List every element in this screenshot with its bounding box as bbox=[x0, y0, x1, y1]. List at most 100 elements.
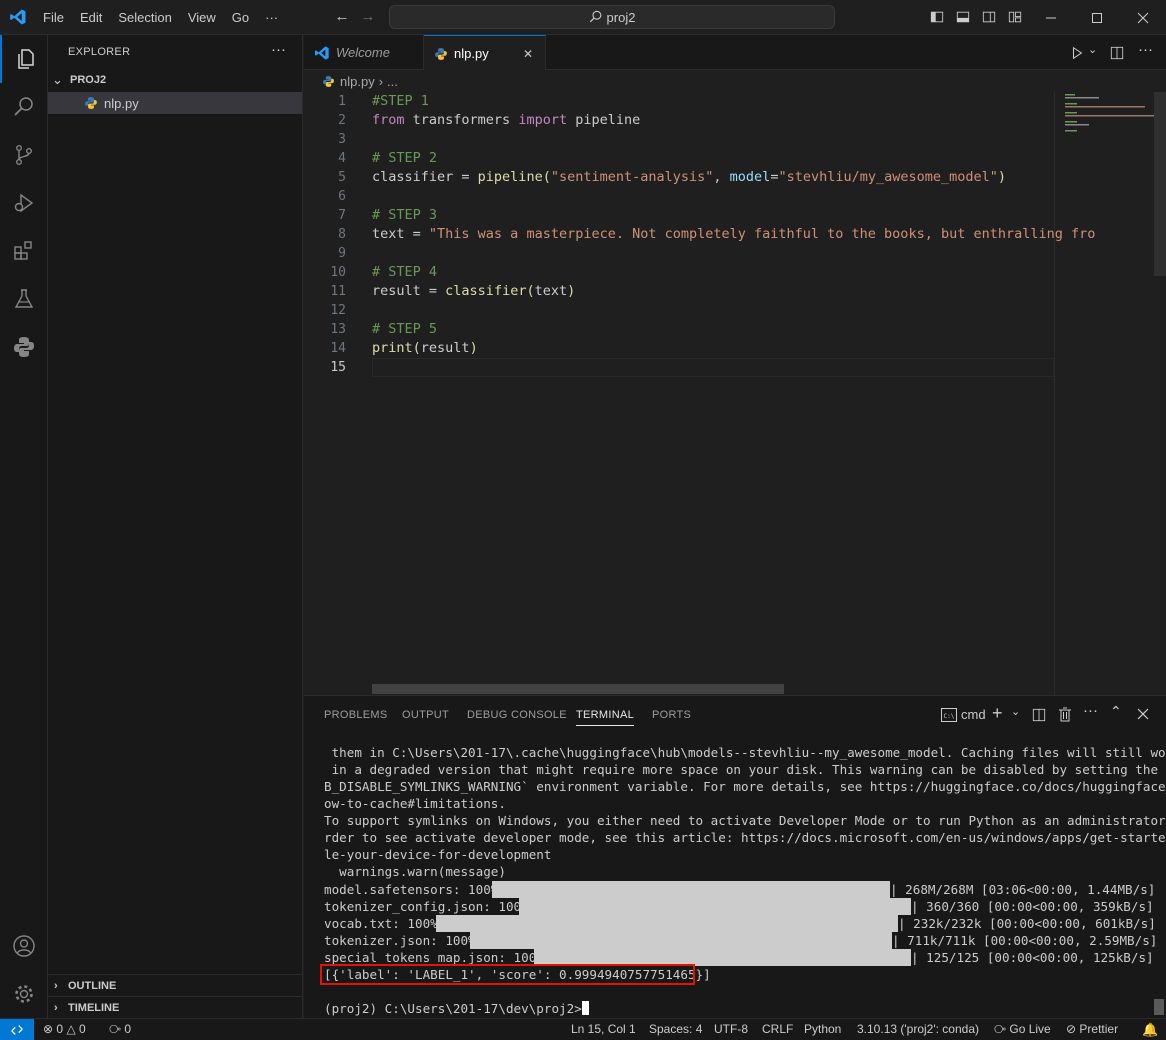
tab-output[interactable]: OUTPUT bbox=[402, 709, 449, 721]
explorer-more-icon[interactable]: ··· bbox=[271, 41, 286, 58]
vscode-logo-icon bbox=[10, 9, 26, 25]
ports-status[interactable]: ⧂ 0 bbox=[109, 1022, 131, 1037]
line-number: 10 bbox=[330, 265, 346, 280]
terminal-line: To support symlinks on Windows, you eith… bbox=[324, 813, 1166, 828]
encoding[interactable]: UTF-8 bbox=[714, 1022, 748, 1036]
breadcrumb: nlp.py › ... bbox=[304, 70, 1166, 92]
terminal-line: le-your-device-for-development bbox=[324, 847, 552, 862]
line-number: 1 bbox=[338, 94, 346, 109]
breadcrumb-separator-icon: › bbox=[378, 73, 384, 89]
tab-nlp-label: nlp.py bbox=[454, 46, 489, 61]
back-arrow-icon[interactable]: ← bbox=[334, 9, 350, 25]
maximize-panel-chevron-up-icon[interactable]: ⌃ bbox=[1110, 703, 1122, 720]
line-number-current: 15 bbox=[330, 360, 346, 375]
outline-section[interactable]: › OUTLINE bbox=[48, 974, 302, 996]
command-center-search[interactable]: proj2 bbox=[389, 5, 835, 29]
editor-more-icon[interactable]: ··· bbox=[1138, 41, 1153, 58]
split-editor-icon[interactable] bbox=[1110, 46, 1124, 60]
notifications-bell-icon[interactable]: 🔔 bbox=[1142, 1022, 1158, 1038]
tab-terminal[interactable]: TERMINAL bbox=[576, 709, 635, 726]
close-panel-icon[interactable] bbox=[1137, 708, 1149, 720]
file-nlp-py[interactable]: nlp.py bbox=[48, 92, 302, 114]
toggle-primary-sidebar-icon[interactable] bbox=[930, 10, 944, 24]
code-editor[interactable]: 1 2 3 4 5 6 7 8 9 10 11 12 13 14 15 #STE… bbox=[304, 92, 1166, 695]
run-file-icon[interactable] bbox=[1070, 46, 1084, 60]
tab-welcome[interactable]: Welcome bbox=[304, 35, 424, 70]
menu-go[interactable]: Go bbox=[224, 0, 257, 35]
current-line-highlight bbox=[372, 358, 1054, 377]
close-tab-icon[interactable]: ✕ bbox=[523, 47, 533, 61]
testing-flask-icon[interactable] bbox=[0, 275, 48, 323]
go-live-button[interactable]: ⧂ Go Live bbox=[994, 1022, 1051, 1037]
line-number: 6 bbox=[338, 189, 346, 204]
result-highlight-box bbox=[320, 964, 695, 985]
line-number: 5 bbox=[338, 170, 346, 185]
download-stats: | 711k/711k [00:00<00:00, 2.59MB/s] bbox=[892, 933, 1158, 948]
terminal-line: warnings.warn(message) bbox=[324, 864, 506, 879]
kill-terminal-trash-icon[interactable] bbox=[1058, 707, 1072, 722]
code-line-10: # STEP 4 bbox=[372, 264, 438, 280]
search-view-icon[interactable] bbox=[0, 83, 48, 131]
source-control-icon[interactable] bbox=[0, 131, 48, 179]
tab-problems[interactable]: PROBLEMS bbox=[324, 709, 388, 721]
python-interpreter[interactable]: 3.10.13 ('proj2': conda) bbox=[857, 1022, 979, 1036]
toggle-secondary-sidebar-icon[interactable] bbox=[982, 10, 996, 24]
split-terminal-icon[interactable] bbox=[1032, 708, 1046, 722]
menu-more[interactable]: ··· bbox=[257, 0, 286, 35]
breadcrumb-rest[interactable]: ... bbox=[387, 74, 398, 89]
menu-file[interactable]: File bbox=[35, 0, 72, 35]
run-dropdown-icon[interactable]: ⌄ bbox=[1088, 43, 1097, 56]
tab-nlp-py[interactable]: nlp.py ✕ bbox=[424, 35, 546, 71]
code-line-1: #STEP 1 bbox=[372, 93, 429, 109]
maximize-icon[interactable] bbox=[1074, 0, 1120, 35]
command-center-label: proj2 bbox=[606, 9, 636, 25]
editor-vertical-scrollbar[interactable] bbox=[1154, 92, 1166, 276]
shell-label[interactable]: cmd bbox=[961, 707, 986, 722]
panel-more-icon[interactable]: ··· bbox=[1083, 702, 1098, 719]
indentation[interactable]: Spaces: 4 bbox=[649, 1022, 702, 1036]
python-file-icon bbox=[323, 75, 334, 87]
menu-edit[interactable]: Edit bbox=[72, 0, 110, 35]
menu-view[interactable]: View bbox=[180, 0, 224, 35]
breadcrumb-file[interactable]: nlp.py bbox=[340, 74, 375, 89]
terminal-line: B_DISABLE_SYMLINKS_WARNING` environment … bbox=[324, 779, 1166, 794]
run-debug-icon[interactable] bbox=[0, 179, 48, 227]
tab-ports[interactable]: PORTS bbox=[652, 709, 691, 721]
close-window-icon[interactable] bbox=[1120, 0, 1166, 35]
language-mode[interactable]: Python bbox=[804, 1022, 841, 1036]
activity-bar bbox=[0, 35, 48, 1018]
download-progress-bar bbox=[470, 932, 892, 949]
problems-status[interactable]: ⊗ 0 △ 0 bbox=[43, 1022, 86, 1036]
prettier-button[interactable]: ⊘ Prettier bbox=[1066, 1022, 1118, 1036]
timeline-section[interactable]: › TIMELINE bbox=[48, 996, 302, 1018]
chevron-right-icon: › bbox=[54, 979, 58, 992]
minimize-icon[interactable] bbox=[1028, 0, 1074, 35]
error-icon: ⊗ bbox=[43, 1022, 54, 1036]
terminal-dropdown-icon[interactable]: ⌄ bbox=[1011, 705, 1020, 718]
python-icon[interactable] bbox=[0, 323, 48, 371]
menu-selection[interactable]: Selection bbox=[110, 0, 179, 35]
customize-layout-icon[interactable] bbox=[1008, 10, 1022, 24]
line-number: 2 bbox=[338, 113, 346, 128]
terminal-line: ow-to-cache#limitations. bbox=[324, 796, 506, 811]
folder-proj2[interactable]: ⌄ PROJ2 bbox=[48, 69, 302, 91]
editor-horizontal-scrollbar[interactable] bbox=[372, 684, 784, 694]
chevron-down-icon: ⌄ bbox=[52, 72, 63, 87]
terminal-line: in a degraded version that might require… bbox=[324, 762, 1166, 777]
new-terminal-plus-icon[interactable]: + bbox=[992, 703, 1003, 724]
terminal-scrollbar[interactable] bbox=[1154, 999, 1164, 1015]
remote-indicator[interactable] bbox=[0, 1019, 34, 1040]
explorer-icon[interactable] bbox=[0, 35, 48, 83]
extensions-icon[interactable] bbox=[0, 227, 48, 275]
editor-tabs: Welcome nlp.py ✕ ⌄ ··· bbox=[304, 35, 1166, 71]
toggle-panel-icon[interactable] bbox=[956, 10, 970, 24]
minimap[interactable] bbox=[1054, 92, 1166, 695]
line-number: 9 bbox=[338, 246, 346, 261]
end-of-line[interactable]: CRLF bbox=[762, 1022, 793, 1036]
outline-label: OUTLINE bbox=[68, 979, 117, 992]
tab-debug-console[interactable]: DEBUG CONSOLE bbox=[467, 709, 567, 721]
accounts-icon[interactable] bbox=[0, 922, 48, 970]
forward-arrow-icon[interactable]: → bbox=[360, 9, 376, 25]
settings-gear-icon[interactable] bbox=[0, 970, 48, 1018]
cursor-position[interactable]: Ln 15, Col 1 bbox=[571, 1022, 636, 1036]
